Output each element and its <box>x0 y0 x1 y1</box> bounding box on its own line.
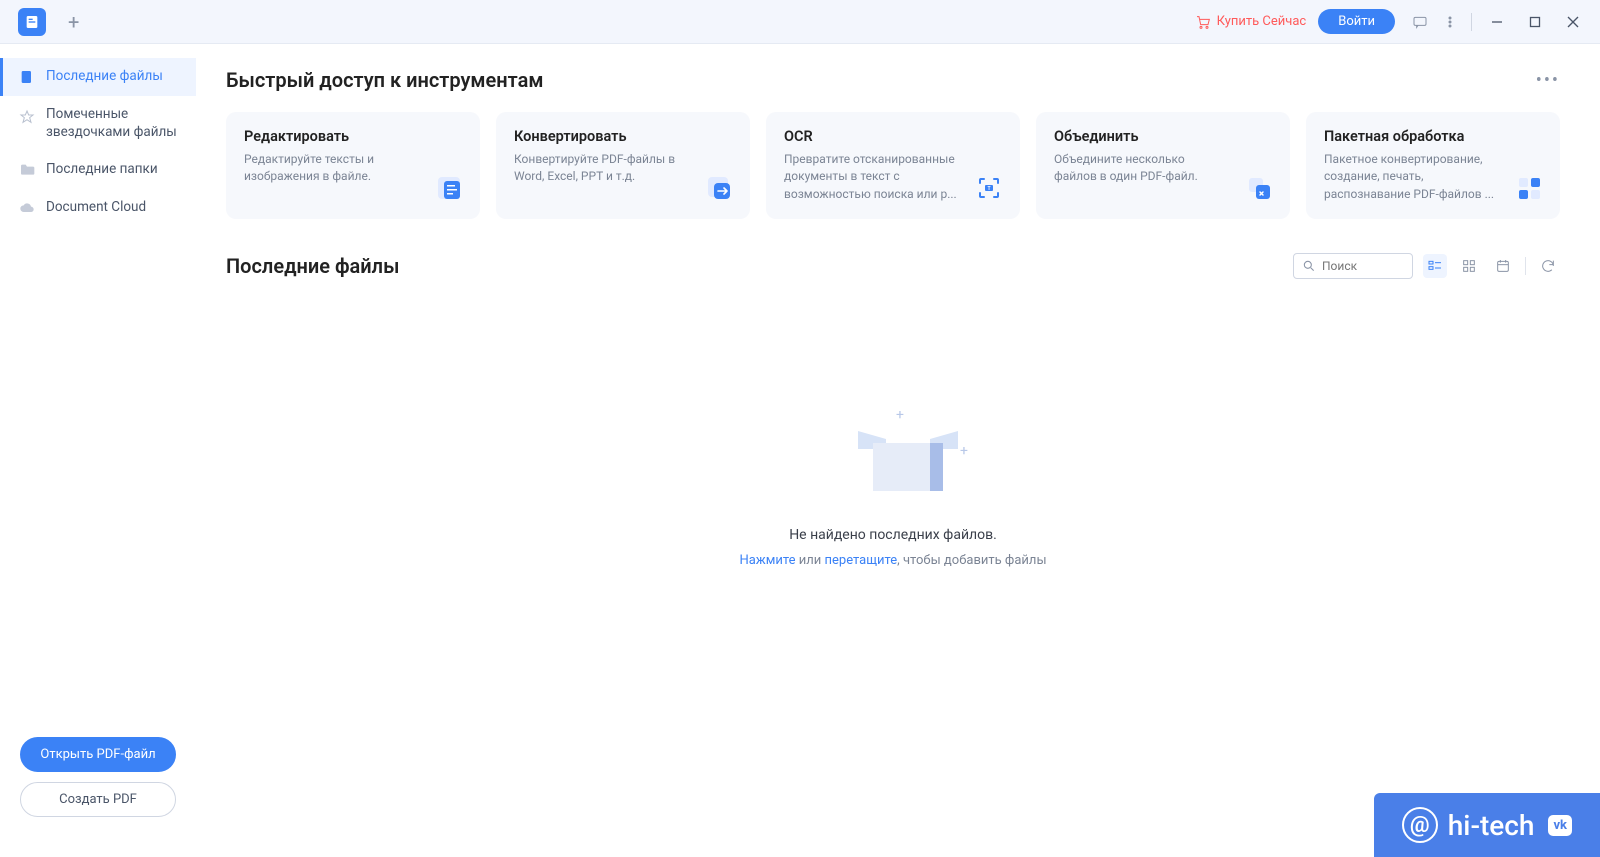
sidebar-item-document-cloud[interactable]: Document Cloud <box>0 189 196 227</box>
main-content: Быстрый доступ к инструментам ••• Редакт… <box>196 44 1600 857</box>
recent-files-icon <box>18 68 36 86</box>
at-icon: @ <box>1402 807 1438 843</box>
close-button[interactable] <box>1554 7 1592 37</box>
convert-icon <box>702 171 736 205</box>
card-title: Пакетная обработка <box>1324 128 1542 145</box>
watermark-text: hi-tech <box>1448 809 1535 842</box>
edit-icon <box>432 171 466 205</box>
card-desc: Пакетное конвертирование, создание, печа… <box>1324 151 1542 203</box>
tool-cards-row: Редактировать Редактируйте тексты и изоб… <box>226 112 1560 219</box>
folder-icon <box>18 161 36 179</box>
sidebar-item-recent-folders[interactable]: Последние папки <box>0 151 196 189</box>
sidebar-item-label: Последние файлы <box>46 68 163 86</box>
sidebar-item-label: Последние папки <box>46 161 158 179</box>
empty-state: + + Не найдено последних файлов. Нажмите… <box>226 409 1560 568</box>
buy-now-label: Купить Сейчас <box>1217 14 1307 29</box>
card-title: Объединить <box>1054 128 1272 145</box>
buy-now-link[interactable]: Купить Сейчас <box>1195 14 1307 30</box>
empty-box-icon: + + <box>838 409 948 499</box>
view-list-button[interactable] <box>1423 254 1447 278</box>
create-pdf-button[interactable]: Создать PDF <box>20 782 176 817</box>
view-calendar-button[interactable] <box>1491 254 1515 278</box>
tool-card-ocr[interactable]: OCR Превратите отсканированные документы… <box>766 112 1020 219</box>
card-title: Редактировать <box>244 128 462 145</box>
sidebar-item-recent-files[interactable]: Последние файлы <box>0 58 196 96</box>
tool-card-merge[interactable]: Объединить Объедините несколько файлов в… <box>1036 112 1290 219</box>
chat-icon[interactable] <box>1405 7 1435 37</box>
card-desc: Редактируйте тексты и изображения в файл… <box>244 151 462 186</box>
recent-files-title: Последние файлы <box>226 254 399 278</box>
search-input[interactable] <box>1322 259 1402 273</box>
tool-card-edit[interactable]: Редактировать Редактируйте тексты и изоб… <box>226 112 480 219</box>
search-input-wrapper[interactable] <box>1293 253 1413 279</box>
merge-icon <box>1242 171 1276 205</box>
sidebar-item-starred[interactable]: Помеченные звездочками файлы <box>0 96 196 151</box>
svg-text:+: + <box>960 443 968 459</box>
maximize-button[interactable] <box>1516 7 1554 37</box>
tool-card-convert[interactable]: Конвертировать Конвертируйте PDF-файлы в… <box>496 112 750 219</box>
titlebar: + Купить Сейчас Войти <box>0 0 1600 44</box>
cloud-icon <box>18 199 36 217</box>
card-title: Конвертировать <box>514 128 732 145</box>
more-menu-icon[interactable] <box>1435 7 1465 37</box>
search-icon <box>1302 259 1316 273</box>
card-desc: Превратите отсканированные документы в т… <box>784 151 1002 203</box>
empty-hint: Нажмите или перетащите, чтобы добавить ф… <box>739 553 1046 568</box>
minimize-button[interactable] <box>1478 7 1516 37</box>
view-grid-button[interactable] <box>1457 254 1481 278</box>
sidebar-item-label: Document Cloud <box>46 199 146 217</box>
open-pdf-button[interactable]: Открыть PDF-файл <box>20 737 176 772</box>
svg-text:+: + <box>896 409 904 423</box>
quick-access-more-icon[interactable]: ••• <box>1536 70 1560 91</box>
empty-message: Не найдено последних файлов. <box>789 527 997 543</box>
card-desc: Конвертируйте PDF-файлы в Word, Excel, P… <box>514 151 732 186</box>
svg-text:T: T <box>987 186 990 192</box>
empty-drag-link[interactable]: перетащите <box>825 553 898 568</box>
sidebar: Последние файлы Помеченные звездочками ф… <box>0 44 196 857</box>
ocr-icon: T <box>972 171 1006 205</box>
tool-card-batch[interactable]: Пакетная обработка Пакетное конвертирова… <box>1306 112 1560 219</box>
empty-click-link[interactable]: Нажмите <box>739 553 795 568</box>
login-button[interactable]: Войти <box>1318 9 1395 34</box>
watermark-badge: @ hi-tech vk <box>1374 793 1600 857</box>
card-desc: Объедините несколько файлов в один PDF-ф… <box>1054 151 1272 186</box>
batch-icon <box>1512 171 1546 205</box>
app-logo-icon <box>18 8 46 36</box>
refresh-button[interactable] <box>1536 254 1560 278</box>
vk-badge: vk <box>1548 815 1572 836</box>
sidebar-item-label: Помеченные звездочками файлы <box>46 106 182 141</box>
card-title: OCR <box>784 128 1002 145</box>
star-icon <box>18 108 36 126</box>
quick-access-title: Быстрый доступ к инструментам <box>226 68 543 92</box>
new-tab-button[interactable]: + <box>68 12 79 32</box>
